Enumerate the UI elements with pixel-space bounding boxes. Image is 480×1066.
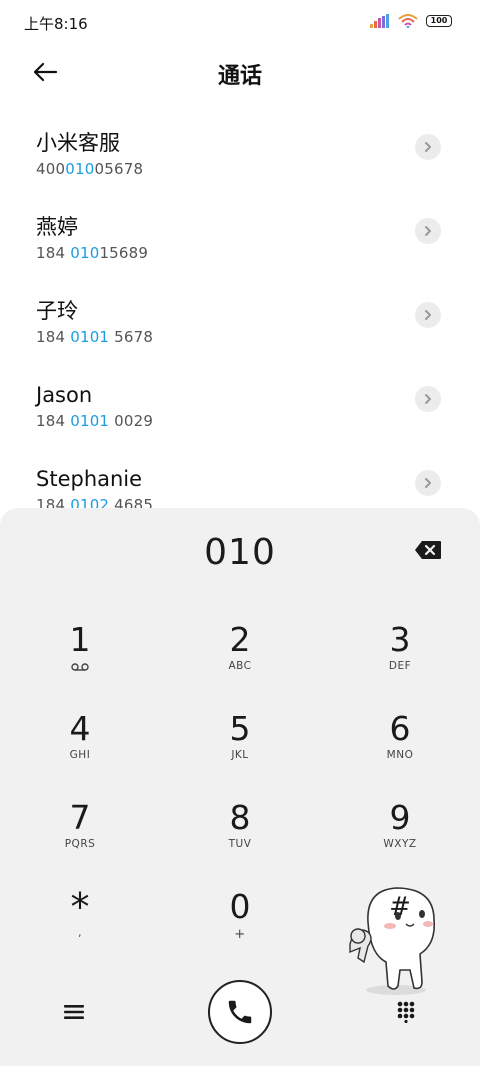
key-letters: WXYZ xyxy=(383,838,417,850)
key-0[interactable]: 0 + xyxy=(180,887,300,967)
key-digit: * xyxy=(70,885,90,929)
key-digit: 7 xyxy=(69,798,91,837)
contact-name: 燕婷 xyxy=(36,215,78,239)
key-2[interactable]: 2 ABC xyxy=(180,620,300,700)
contact-results-list: 小米客服 40001005678 燕婷 184 01015689 子玲 184 … xyxy=(0,104,480,508)
call-button[interactable] xyxy=(208,980,272,1044)
menu-button[interactable] xyxy=(58,996,90,1028)
phone-icon xyxy=(228,1000,252,1024)
contact-name: Stephanie xyxy=(36,467,143,491)
contact-number: 184 0101 0029 xyxy=(36,412,154,430)
contact-item[interactable]: 子玲 184 0101 5678 xyxy=(0,272,480,356)
contact-detail-button[interactable] xyxy=(415,302,441,328)
key-letters: JKL xyxy=(231,749,249,761)
key-1[interactable]: 1 xyxy=(20,620,140,700)
contact-name: 小米客服 xyxy=(36,131,120,155)
key-6[interactable]: 6 MNO xyxy=(340,709,460,789)
contact-number: 184 01015689 xyxy=(36,244,149,262)
key-star[interactable]: * , xyxy=(20,887,140,967)
contact-number: 184 0102 4685 xyxy=(36,496,154,508)
key-letters: TUV xyxy=(228,838,252,850)
key-digit: 3 xyxy=(389,620,411,659)
key-digit: 1 xyxy=(69,620,91,659)
key-digit: 9 xyxy=(389,798,411,837)
page-title: 通话 xyxy=(217,64,262,89)
key-letters: + xyxy=(234,927,246,942)
key-digit: # xyxy=(389,892,411,922)
key-digit: 2 xyxy=(229,620,251,659)
contact-item[interactable]: Jason 184 0101 0029 xyxy=(0,356,480,440)
contact-item[interactable]: 小米客服 40001005678 xyxy=(0,104,480,188)
key-digit: 8 xyxy=(229,798,251,837)
contact-number: 40001005678 xyxy=(36,160,144,178)
signal-icon xyxy=(370,14,389,28)
chevron-right-icon xyxy=(425,226,431,236)
contact-detail-button[interactable] xyxy=(415,386,441,412)
backspace-button[interactable] xyxy=(414,540,442,560)
dialpad: 010 1 2 ABC 3 DEF 4 GHI 5 JKL 6 MNO 7 PQ… xyxy=(0,508,480,1066)
key-7[interactable]: 7 PQRS xyxy=(20,798,140,878)
key-5[interactable]: 5 JKL xyxy=(180,709,300,789)
key-letters: GHI xyxy=(69,749,91,761)
key-hash[interactable]: # xyxy=(340,887,460,967)
key-digit: 6 xyxy=(389,709,411,748)
dialed-number[interactable]: 010 xyxy=(0,532,480,573)
contact-number: 184 0101 5678 xyxy=(36,328,154,346)
status-icons: 100 xyxy=(370,14,452,28)
key-letters: DEF xyxy=(388,660,412,672)
contact-detail-button[interactable] xyxy=(415,218,441,244)
key-9[interactable]: 9 WXYZ xyxy=(340,798,460,878)
contact-detail-button[interactable] xyxy=(415,134,441,160)
key-8[interactable]: 8 TUV xyxy=(180,798,300,878)
wifi-icon xyxy=(398,14,418,28)
key-digit: 4 xyxy=(69,709,91,748)
key-letters: MNO xyxy=(386,749,414,761)
chevron-right-icon xyxy=(425,394,431,404)
status-bar: 上午8:16 100 xyxy=(0,0,480,44)
contact-name: 子玲 xyxy=(36,299,78,323)
chevron-right-icon xyxy=(425,310,431,320)
chevron-right-icon xyxy=(425,478,431,488)
contact-item[interactable]: 燕婷 184 01015689 xyxy=(0,188,480,272)
key-digit: 5 xyxy=(229,709,251,748)
header: 通话 xyxy=(0,44,480,100)
key-digit: 0 xyxy=(229,887,251,926)
menu-icon xyxy=(64,1005,84,1019)
chevron-right-icon xyxy=(425,142,431,152)
backspace-icon xyxy=(415,541,441,559)
battery-icon: 100 xyxy=(426,15,452,27)
key-letters: ABC xyxy=(228,660,252,672)
dialpad-toggle-button[interactable] xyxy=(390,996,422,1028)
status-time: 上午8:16 xyxy=(24,15,88,33)
key-letters: PQRS xyxy=(64,838,96,850)
voicemail-icon xyxy=(71,663,89,671)
key-3[interactable]: 3 DEF xyxy=(340,620,460,700)
key-letters: , xyxy=(78,927,82,939)
dialpad-grid-icon xyxy=(397,1001,415,1023)
contact-detail-button[interactable] xyxy=(415,470,441,496)
contact-name: Jason xyxy=(36,383,93,407)
contact-item[interactable]: Stephanie 184 0102 4685 xyxy=(0,440,480,508)
key-4[interactable]: 4 GHI xyxy=(20,709,140,789)
